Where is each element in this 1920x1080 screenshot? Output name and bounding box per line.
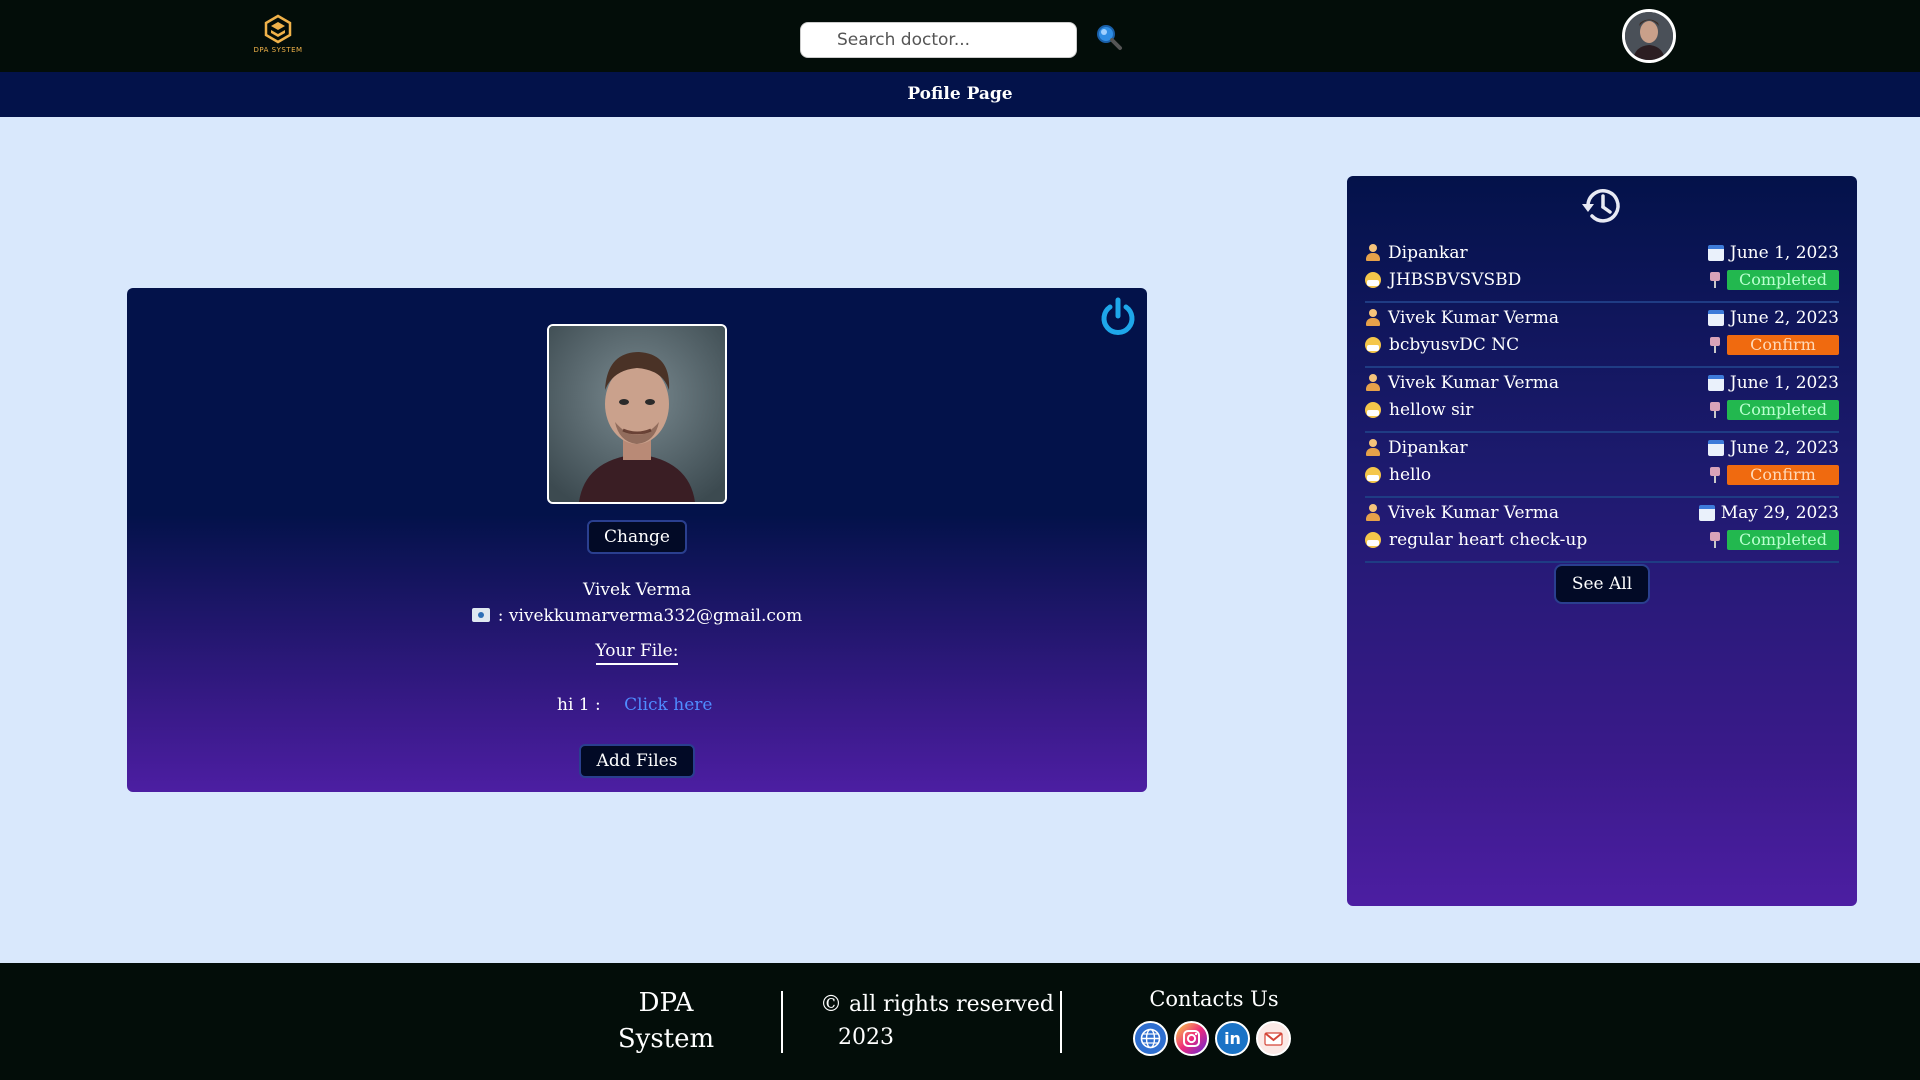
change-photo-button[interactable]: Change: [587, 520, 687, 554]
appointment-title: hello: [1389, 465, 1432, 485]
history-item[interactable]: Dipankar June 2, 2023 hello Confirm: [1365, 433, 1839, 498]
linkedin-icon[interactable]: in: [1215, 1021, 1250, 1056]
contacts-title: Contacts Us: [1149, 987, 1279, 1011]
appointment-date: May 29, 2023: [1720, 503, 1839, 523]
logo-text: DPA SYSTEM: [253, 46, 303, 54]
copyright-year: 2023: [838, 1025, 894, 1050]
profile-email-row: : vivekkumarverma332@gmail.com: [127, 606, 1147, 626]
your-file-label: Your File:: [595, 641, 679, 665]
calendar-icon: [1698, 505, 1715, 521]
footer: DPA System © all rights reserved 2023 Co…: [0, 963, 1920, 1080]
status-badge: Completed: [1727, 270, 1839, 290]
footer-brand-line2: System: [617, 1024, 715, 1054]
calendar-icon: [1707, 375, 1724, 391]
calendar-icon: [1707, 440, 1724, 456]
mask-face-icon: [1365, 467, 1381, 483]
doctor-icon: [1365, 309, 1380, 327]
pushpin-icon: [1709, 402, 1721, 418]
your-file-heading: Your File:: [127, 641, 1147, 665]
appointment-date: June 2, 2023: [1729, 438, 1839, 458]
see-all-button[interactable]: See All: [1554, 564, 1650, 604]
appointment-title: regular heart check-up: [1389, 530, 1588, 550]
mask-face-icon: [1365, 337, 1381, 353]
profile-name: Vivek Verma: [583, 580, 691, 600]
doctor-name: Dipankar: [1388, 243, 1468, 263]
page-title: Pofile Page: [907, 84, 1013, 104]
footer-divider: [1060, 991, 1062, 1053]
profile-card: Change Vivek Verma : vivekkumarverma332@…: [127, 288, 1147, 792]
search-icon: [1097, 25, 1122, 50]
doctor-icon: [1365, 439, 1380, 457]
page-title-bar: Pofile Page: [0, 72, 1920, 117]
logout-button[interactable]: [1097, 296, 1139, 338]
profile-photo-image: [549, 326, 725, 502]
id-card-icon: [471, 608, 490, 622]
history-list: Dipankar June 1, 2023 JHBSBVSVSBD Comple…: [1365, 238, 1839, 563]
profile-photo: [547, 324, 727, 504]
globe-icon[interactable]: [1133, 1021, 1168, 1056]
history-item[interactable]: Dipankar June 1, 2023 JHBSBVSVSBD Comple…: [1365, 238, 1839, 303]
footer-contacts: Contacts Us in: [1133, 987, 1294, 1056]
appointment-title: hellow sir: [1389, 400, 1474, 420]
profile-email: : vivekkumarverma332@gmail.com: [497, 606, 803, 626]
status-badge: Confirm: [1727, 335, 1839, 355]
appointment-date: June 1, 2023: [1729, 373, 1839, 393]
top-navbar: DPA SYSTEM: [0, 0, 1920, 72]
user-avatar[interactable]: [1622, 9, 1676, 63]
copyright-text: © all rights reserved: [820, 992, 1054, 1017]
avatar-image-icon: [1625, 12, 1673, 60]
pushpin-icon: [1709, 272, 1721, 288]
history-item[interactable]: Vivek Kumar Verma June 2, 2023 bcbyusvDC…: [1365, 303, 1839, 368]
doctor-icon: [1365, 374, 1380, 392]
instagram-icon[interactable]: [1174, 1021, 1209, 1056]
gmail-icon[interactable]: [1256, 1021, 1291, 1056]
doctor-name: Dipankar: [1388, 438, 1468, 458]
pushpin-icon: [1709, 532, 1721, 548]
pushpin-icon: [1709, 467, 1721, 483]
footer-copyright: © all rights reserved 2023: [820, 988, 1054, 1054]
footer-divider: [781, 991, 783, 1053]
logo[interactable]: DPA SYSTEM: [246, 14, 310, 54]
file-link[interactable]: Click here: [624, 695, 712, 715]
appointment-title: JHBSBVSVSBD: [1389, 270, 1522, 290]
doctor-name: Vivek Kumar Verma: [1388, 503, 1560, 523]
status-badge: Completed: [1727, 400, 1839, 420]
file-item: hi 1 : Click here: [557, 695, 712, 715]
doctor-name: Vivek Kumar Verma: [1388, 373, 1560, 393]
mask-face-icon: [1365, 532, 1381, 548]
history-icon: [1578, 182, 1626, 230]
history-item[interactable]: Vivek Kumar Verma June 1, 2023 hellow si…: [1365, 368, 1839, 433]
search-box: [800, 22, 1077, 58]
pushpin-icon: [1709, 337, 1721, 353]
footer-brand: DPA System: [606, 985, 726, 1057]
appointment-date: June 1, 2023: [1729, 243, 1839, 263]
power-icon: [1101, 297, 1135, 335]
doctor-name: Vivek Kumar Verma: [1388, 308, 1560, 328]
doctor-icon: [1365, 244, 1380, 262]
calendar-icon: [1707, 245, 1724, 261]
social-links: in: [1133, 1021, 1294, 1056]
mask-face-icon: [1365, 402, 1381, 418]
appointment-history-card: Dipankar June 1, 2023 JHBSBVSVSBD Comple…: [1347, 176, 1857, 906]
footer-brand-line1: DPA: [638, 988, 694, 1018]
appointment-title: bcbyusvDC NC: [1389, 335, 1520, 355]
dpa-logo-icon: [264, 14, 292, 44]
appointment-date: June 2, 2023: [1729, 308, 1839, 328]
add-files-button[interactable]: Add Files: [579, 744, 695, 778]
status-badge: Confirm: [1727, 465, 1839, 485]
file-name: hi 1 :: [557, 695, 601, 715]
calendar-icon: [1707, 310, 1724, 326]
history-item[interactable]: Vivek Kumar Verma May 29, 2023 regular h…: [1365, 498, 1839, 563]
mask-face-icon: [1365, 272, 1381, 288]
doctor-icon: [1365, 504, 1380, 522]
search-input[interactable]: [801, 23, 1076, 57]
search-button[interactable]: [1094, 22, 1126, 54]
status-badge: Completed: [1727, 530, 1839, 550]
